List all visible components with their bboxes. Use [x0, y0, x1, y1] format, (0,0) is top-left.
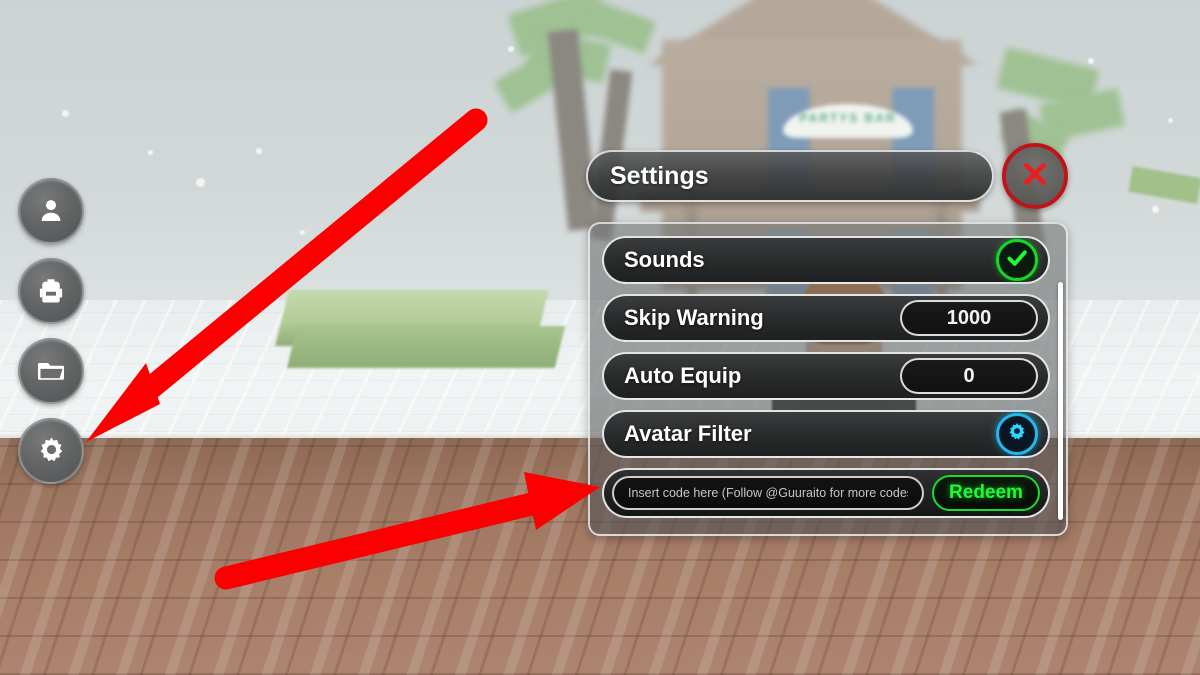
snow-fleck: [196, 178, 205, 187]
person-icon: [36, 196, 66, 226]
setting-row-auto-equip[interactable]: Auto Equip 0: [602, 352, 1050, 400]
page-title: Settings: [610, 161, 709, 190]
snow-fleck: [1152, 206, 1159, 213]
left-action-sidebar: [18, 178, 88, 498]
sidebar-item-character[interactable]: [18, 178, 84, 244]
backpack-icon: [36, 276, 66, 306]
code-redeem-row: Redeem: [602, 468, 1050, 518]
snow-fleck: [62, 110, 69, 117]
snow-fleck: [148, 150, 153, 155]
sidebar-item-codes[interactable]: [18, 338, 84, 404]
sounds-toggle[interactable]: [996, 239, 1038, 281]
settings-title-bar: Settings: [586, 150, 994, 202]
code-input-field[interactable]: [612, 476, 924, 510]
building-sign: PARTYS BAR: [783, 104, 913, 138]
setting-label: Sounds: [624, 247, 705, 272]
setting-label: Skip Warning: [624, 305, 764, 330]
setting-label: Avatar Filter: [624, 421, 752, 446]
gear-icon: [35, 435, 68, 468]
setting-row-avatar-filter[interactable]: Avatar Filter: [602, 410, 1050, 458]
green-platform: [286, 326, 566, 368]
snow-fleck: [1088, 58, 1094, 64]
sidebar-item-inventory[interactable]: [18, 258, 84, 324]
settings-panel-scrollbar[interactable]: [1058, 282, 1063, 520]
gear-icon: [1006, 421, 1028, 448]
snow-fleck: [1168, 118, 1173, 123]
close-x-icon: [1018, 157, 1052, 196]
setting-row-sounds[interactable]: Sounds: [602, 236, 1050, 284]
redeem-button[interactable]: Redeem: [932, 475, 1040, 511]
snow-fleck: [508, 46, 514, 52]
sidebar-item-settings[interactable]: [18, 418, 84, 484]
setting-row-skip-warning[interactable]: Skip Warning 1000: [602, 294, 1050, 342]
check-icon: [1004, 245, 1030, 276]
setting-label: Auto Equip: [624, 363, 742, 388]
folder-icon: [36, 356, 66, 386]
snow-fleck: [256, 148, 262, 154]
close-button[interactable]: [1002, 143, 1068, 209]
avatar-filter-button[interactable]: [996, 413, 1038, 455]
snow-fleck: [300, 230, 305, 235]
settings-panel: Sounds Skip Warning 1000 Auto Equip 0 Av…: [588, 222, 1068, 536]
auto-equip-value[interactable]: 0: [900, 358, 1038, 394]
sign-text: PARTYS BAR: [799, 111, 897, 125]
skip-warning-value[interactable]: 1000: [900, 300, 1038, 336]
